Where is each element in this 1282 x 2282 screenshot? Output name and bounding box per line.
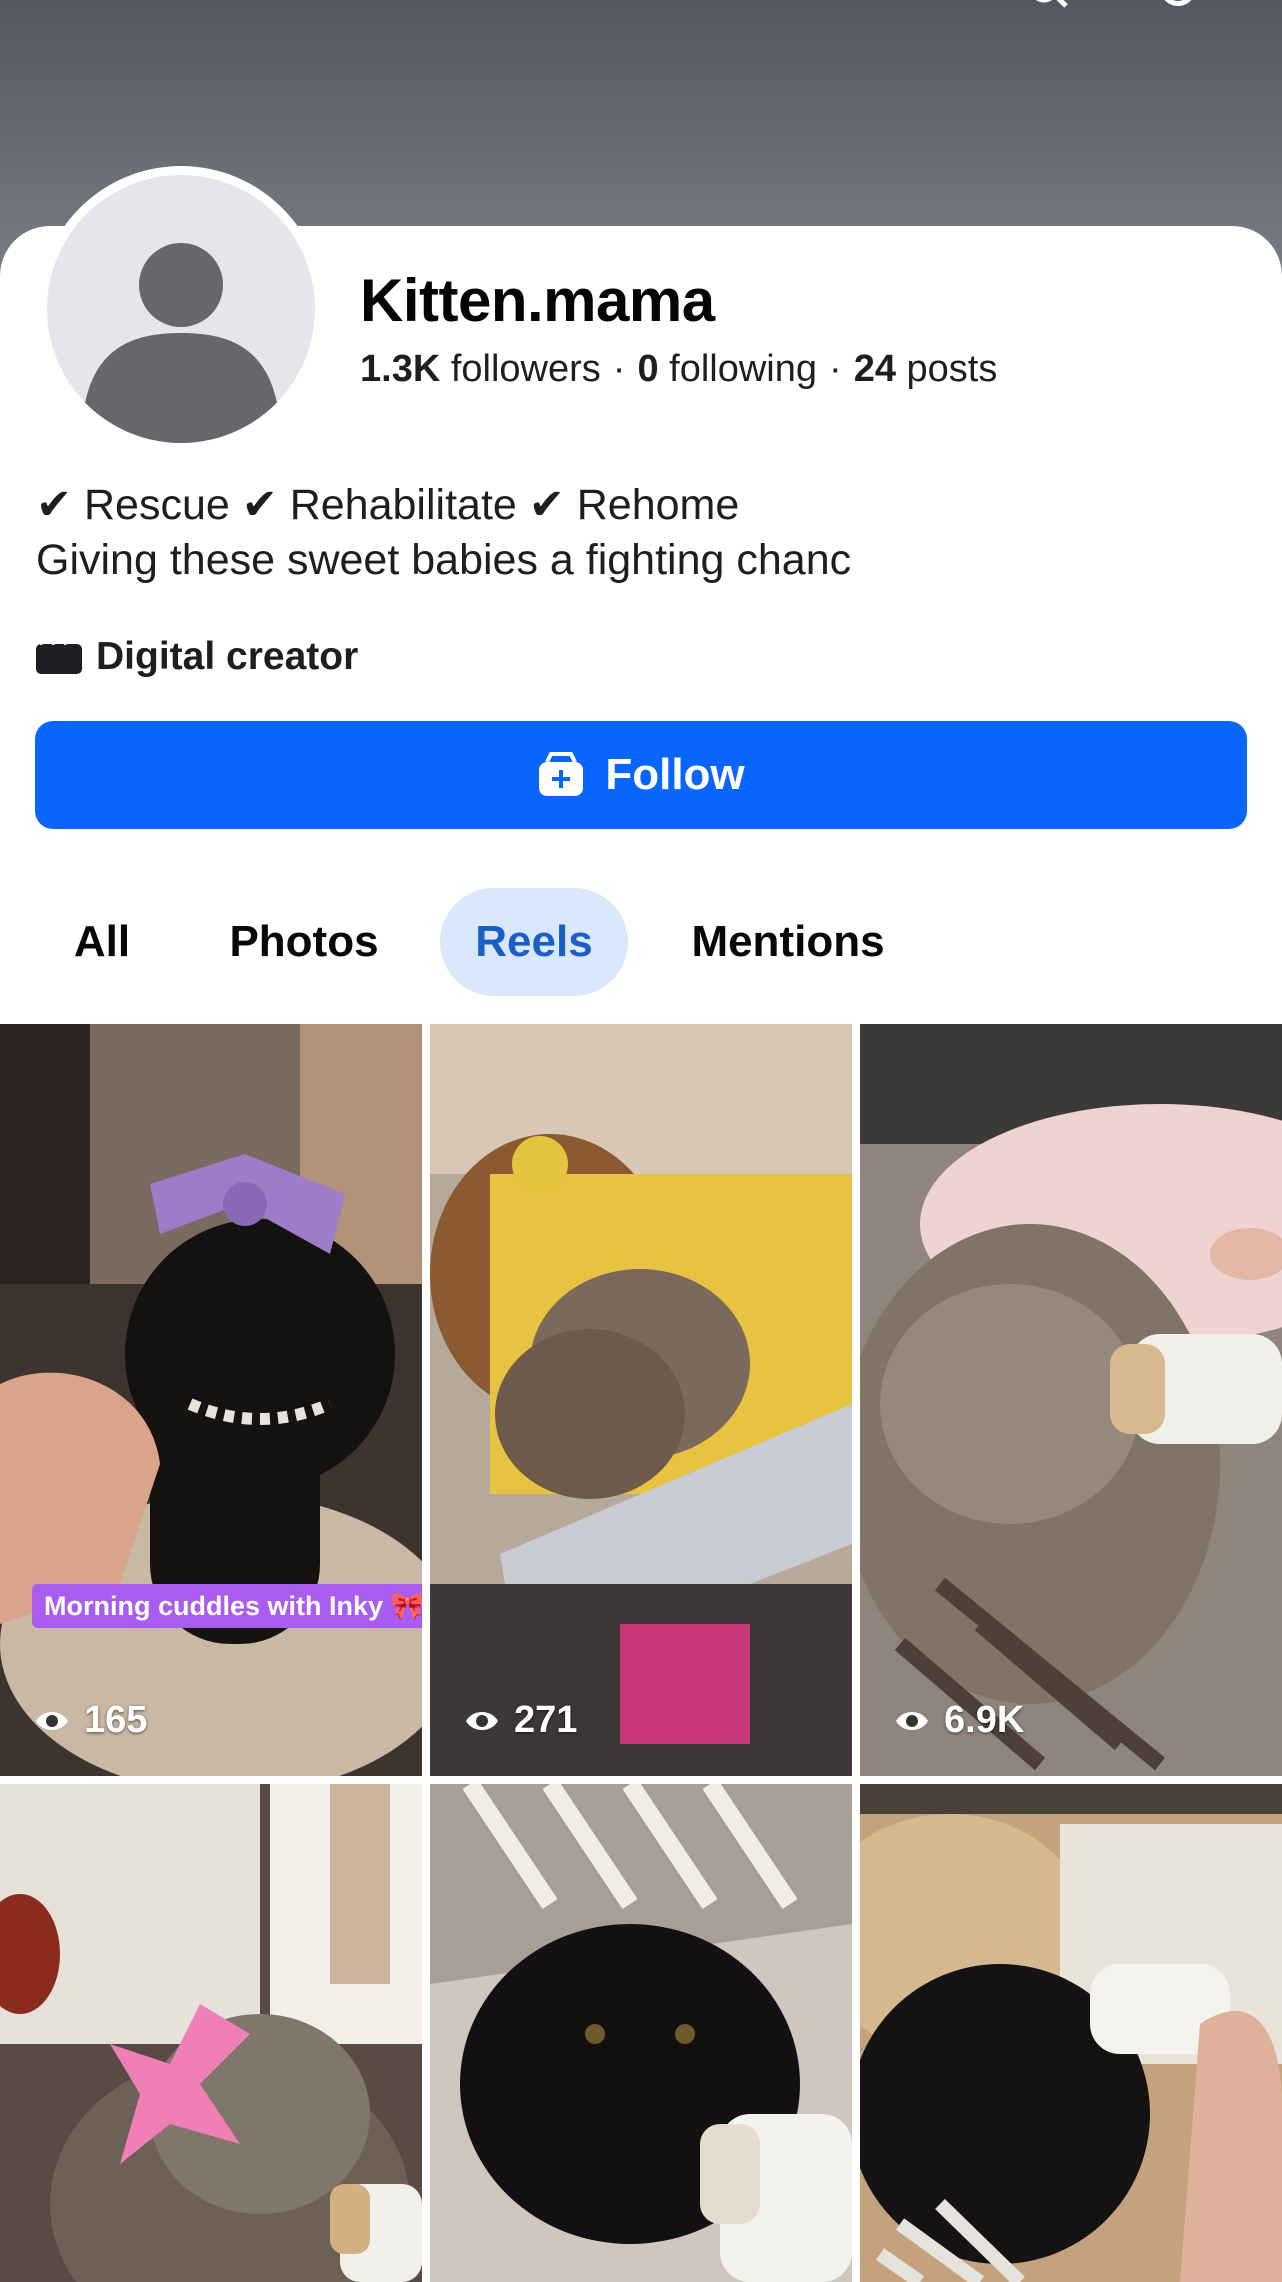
- profile-bio: ✔ Rescue ✔ Rehabilitate ✔ Rehome Giving …: [36, 478, 851, 588]
- reel-tile[interactable]: 271: [430, 1024, 852, 1776]
- reel-view-count: 6.9K: [944, 1699, 1025, 1741]
- category-label: Digital creator: [96, 635, 359, 678]
- eye-icon: [466, 1711, 498, 1730]
- eye-icon: [896, 1711, 928, 1730]
- reel-tile[interactable]: [860, 1784, 1282, 2282]
- follow-button[interactable]: Follow: [35, 721, 1247, 829]
- reel-view-count: 271: [514, 1699, 578, 1741]
- search-icon[interactable]: [1030, 0, 1070, 10]
- clapperboard-icon: [36, 640, 82, 674]
- reel-thumbnail-black-kitten-bottle: [430, 1784, 852, 2282]
- bio-item-rehome: Rehome: [576, 481, 740, 529]
- tab-reels[interactable]: Reels: [440, 888, 628, 996]
- stats-separator: ·: [612, 348, 626, 390]
- profile-name: Kitten.mama: [360, 267, 715, 334]
- reel-views: 6.9K: [894, 1699, 1024, 1742]
- reel-tile[interactable]: Morning cuddles with Inky 🎀 165: [0, 1024, 422, 1776]
- check-icon: ✔: [241, 481, 278, 529]
- tab-all[interactable]: All: [50, 888, 154, 996]
- follow-user-icon: [539, 752, 584, 796]
- reel-view-count: 165: [84, 1699, 148, 1741]
- follow-label: Follow: [605, 750, 745, 799]
- default-profile-icon: [85, 243, 277, 443]
- profile-stats: 1.3K followers · 0 following · 24 posts: [360, 348, 997, 391]
- following-count[interactable]: 0: [637, 348, 658, 390]
- reels-grid: Morning cuddles with Inky 🎀 165 271 6.9K: [0, 1024, 1282, 2282]
- check-icon: ✔: [528, 481, 565, 529]
- reel-thumbnail-kitten-being-fed: [860, 1784, 1282, 2282]
- following-label[interactable]: following: [669, 348, 817, 390]
- reel-tile[interactable]: [0, 1784, 422, 2282]
- reel-views: 271: [464, 1699, 577, 1742]
- reel-views: 165: [34, 1699, 147, 1742]
- eye-icon: [36, 1711, 68, 1730]
- reel-thumbnail-two-kittens: [430, 1024, 852, 1776]
- reel-caption: Morning cuddles with Inky 🎀: [32, 1584, 422, 1628]
- reel-thumbnail-black-kitten-bow: [0, 1024, 422, 1776]
- posts-count[interactable]: 24: [854, 348, 896, 390]
- reel-thumbnail-kitten-bottle: [860, 1024, 1282, 1776]
- more-options-icon[interactable]: [1160, 0, 1196, 6]
- tab-mentions[interactable]: Mentions: [670, 888, 906, 996]
- bio-item-rescue: Rescue: [83, 481, 230, 529]
- avatar[interactable]: [47, 175, 315, 443]
- profile-category: Digital creator: [36, 632, 358, 682]
- posts-label[interactable]: posts: [907, 348, 998, 390]
- bio-line-2: Giving these sweet babies a fighting cha…: [36, 536, 852, 584]
- followers-count[interactable]: 1.3K: [360, 348, 440, 390]
- reel-thumbnail-kitten-pink-bow: [0, 1784, 422, 2282]
- bio-item-rehabilitate: Rehabilitate: [289, 481, 517, 529]
- reel-tile[interactable]: 6.9K: [860, 1024, 1282, 1776]
- followers-label[interactable]: followers: [451, 348, 601, 390]
- stats-separator: ·: [829, 348, 842, 390]
- tab-photos[interactable]: Photos: [204, 888, 404, 996]
- back-arrow-icon[interactable]: [60, 0, 100, 6]
- bio-line-1: ✔ Rescue ✔ Rehabilitate ✔ Rehome: [36, 478, 851, 533]
- profile-tabs: All Photos Reels Mentions: [0, 888, 1282, 998]
- check-icon: ✔: [36, 481, 73, 529]
- reel-tile[interactable]: [430, 1784, 852, 2282]
